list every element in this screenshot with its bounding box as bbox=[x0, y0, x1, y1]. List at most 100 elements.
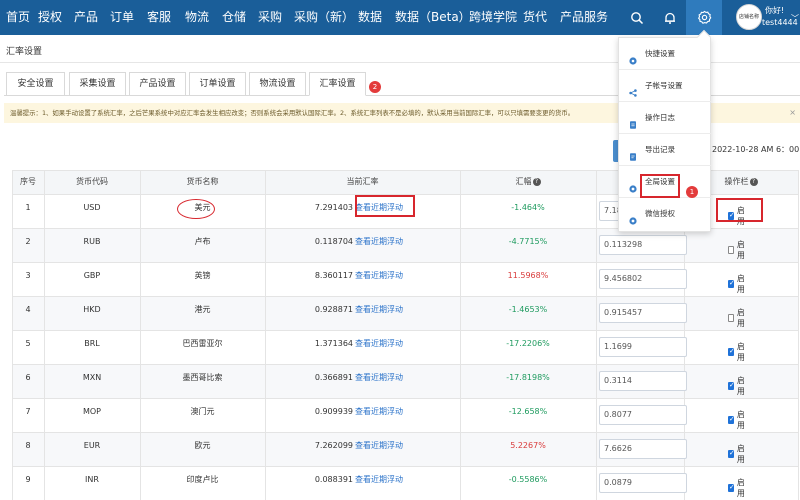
tab-collect[interactable]: 采集设置 bbox=[69, 72, 126, 96]
cell-change: -1.4653% bbox=[508, 305, 548, 314]
nav-item-orders[interactable]: 订单 bbox=[110, 0, 134, 35]
enable-checkbox[interactable]: 启用 bbox=[728, 443, 747, 465]
checkbox-icon[interactable] bbox=[728, 381, 735, 390]
system-rate-input[interactable]: 0.915457 bbox=[599, 303, 687, 323]
help-icon[interactable]: ? bbox=[749, 178, 758, 186]
header-code: 货币代码 bbox=[76, 177, 108, 186]
system-rate-input[interactable]: 0.8077 bbox=[599, 405, 687, 425]
highlight-box-link bbox=[355, 195, 415, 217]
tab-logistics[interactable]: 物流设置 bbox=[249, 72, 306, 96]
cell-index: 5 bbox=[25, 339, 31, 348]
nav-item-purchase[interactable]: 采购 bbox=[258, 0, 282, 35]
quick-settings-icon bbox=[629, 50, 637, 65]
globe-icon bbox=[629, 178, 637, 193]
view-trend-link[interactable]: 查看近期浮动 bbox=[355, 305, 403, 315]
system-rate-input[interactable]: 0.3114 bbox=[599, 371, 687, 391]
enable-checkbox[interactable]: 启用 bbox=[728, 307, 747, 329]
checkbox-icon[interactable] bbox=[728, 347, 735, 356]
system-rate-input[interactable]: 7.6626 bbox=[599, 439, 687, 459]
user-greeting: 你好! bbox=[765, 6, 785, 15]
tab-product[interactable]: 产品设置 bbox=[129, 72, 186, 96]
system-rate-input[interactable]: 0.0879 bbox=[599, 473, 687, 493]
enable-label: 启用 bbox=[736, 444, 745, 464]
dropdown-item[interactable]: 导出记录 bbox=[619, 134, 712, 166]
share-icon bbox=[629, 82, 637, 97]
system-rate-input[interactable]: 9.456802 bbox=[599, 269, 687, 289]
view-trend-link[interactable]: 查看近期浮动 bbox=[355, 271, 403, 281]
enable-checkbox[interactable]: 启用 bbox=[728, 477, 747, 499]
cell-index: 9 bbox=[25, 475, 31, 484]
view-trend-link[interactable]: 查看近期浮动 bbox=[355, 373, 403, 383]
dropdown-item[interactable]: 微信授权 bbox=[619, 198, 712, 230]
nav-item-purchase-new[interactable]: 采购（新） bbox=[294, 0, 354, 35]
col-line bbox=[798, 170, 799, 500]
nav-item-academy[interactable]: 跨境学院 bbox=[469, 0, 517, 35]
dropdown-item-label: 导出记录 bbox=[645, 145, 675, 154]
search-icon[interactable] bbox=[627, 0, 647, 35]
tab-security[interactable]: 安全设置 bbox=[6, 72, 65, 96]
wechat-icon bbox=[629, 210, 637, 225]
enable-checkbox[interactable]: 启用 bbox=[728, 409, 747, 431]
enable-checkbox[interactable]: 启用 bbox=[728, 375, 747, 397]
avatar[interactable]: 店铺名称 bbox=[736, 4, 762, 30]
nav-item-data-beta[interactable]: 数据（Beta） bbox=[395, 0, 471, 35]
checkbox-icon[interactable] bbox=[728, 415, 735, 424]
checkbox-icon[interactable] bbox=[728, 279, 735, 288]
view-trend-link[interactable]: 查看近期浮动 bbox=[355, 475, 403, 485]
checkbox-icon[interactable] bbox=[728, 449, 735, 458]
cell-rate: 0.366891 bbox=[314, 373, 353, 382]
highlight-ellipse-name bbox=[177, 199, 215, 219]
dropdown-item[interactable]: 子帐号设置 bbox=[619, 70, 712, 102]
view-trend-link[interactable]: 查看近期浮动 bbox=[355, 237, 403, 247]
col-line bbox=[596, 170, 597, 500]
nav-item-forwarder[interactable]: 货代 bbox=[523, 0, 547, 35]
enable-checkbox[interactable]: 启用 bbox=[728, 273, 747, 295]
view-trend-link[interactable]: 查看近期浮动 bbox=[355, 339, 403, 349]
tab-order[interactable]: 订单设置 bbox=[189, 72, 246, 96]
cell-change: -0.5586% bbox=[508, 475, 548, 484]
nav-item-data[interactable]: 数据 bbox=[358, 0, 382, 35]
nav-item-warehouse[interactable]: 仓储 bbox=[222, 0, 246, 35]
view-trend-link[interactable]: 查看近期浮动 bbox=[355, 407, 403, 417]
nav-item-auth[interactable]: 授权 bbox=[38, 0, 62, 35]
app-root: 首页 授权 产品 订单 客服 物流 仓储 采购 采购（新） 数据 数据（Beta… bbox=[0, 0, 800, 500]
enable-checkbox[interactable]: 启用 bbox=[728, 239, 747, 261]
help-icon[interactable]: ? bbox=[532, 178, 541, 186]
enable-label: 启用 bbox=[736, 274, 745, 294]
chevron-down-icon[interactable]: ﹀ bbox=[791, 13, 799, 24]
enable-label: 启用 bbox=[736, 478, 745, 498]
row-line bbox=[12, 398, 799, 399]
enable-label: 启用 bbox=[736, 376, 745, 396]
cell-name: 巴西雷亚尔 bbox=[182, 339, 223, 348]
header-ops-label: 操作栏 bbox=[724, 177, 749, 186]
cell-name: 印度卢比 bbox=[186, 475, 219, 484]
cell-change: -1.464% bbox=[511, 203, 545, 212]
dropdown-item[interactable]: 操作日志 bbox=[619, 102, 712, 134]
top-nav: 首页 授权 产品 订单 客服 物流 仓储 采购 采购（新） 数据 数据（Beta… bbox=[0, 0, 800, 35]
system-rate-input[interactable]: 1.1699 bbox=[599, 337, 687, 357]
enable-checkbox[interactable]: 启用 bbox=[728, 341, 747, 363]
checkbox-icon[interactable] bbox=[728, 483, 735, 492]
row-line bbox=[12, 432, 799, 433]
nav-item-logistics[interactable]: 物流 bbox=[185, 0, 209, 35]
dropdown-item[interactable]: 快捷设置 bbox=[619, 38, 712, 70]
cell-code: RUB bbox=[83, 237, 101, 246]
nav-item-service[interactable]: 客服 bbox=[147, 0, 171, 35]
checkbox-icon[interactable] bbox=[728, 246, 734, 254]
view-trend-link[interactable]: 查看近期浮动 bbox=[355, 441, 403, 451]
checkbox-icon[interactable] bbox=[728, 314, 734, 322]
close-icon[interactable]: × bbox=[789, 103, 796, 123]
cell-rate: 0.118704 bbox=[314, 237, 353, 246]
row-line bbox=[12, 466, 799, 467]
system-rate-input[interactable]: 0.113298 bbox=[599, 235, 687, 255]
tab-exchange-rate[interactable]: 汇率设置 bbox=[309, 72, 366, 96]
nav-item-products[interactable]: 产品 bbox=[74, 0, 98, 35]
bell-icon[interactable] bbox=[660, 0, 680, 35]
nav-item-services[interactable]: 产品服务 bbox=[560, 0, 608, 35]
enable-label: 启用 bbox=[736, 342, 745, 362]
enable-label: 启用 bbox=[736, 240, 745, 260]
cell-index: 3 bbox=[25, 271, 31, 280]
nav-item-home[interactable]: 首页 bbox=[6, 0, 30, 35]
document-icon bbox=[629, 114, 637, 129]
cell-name: 澳门元 bbox=[190, 407, 215, 416]
